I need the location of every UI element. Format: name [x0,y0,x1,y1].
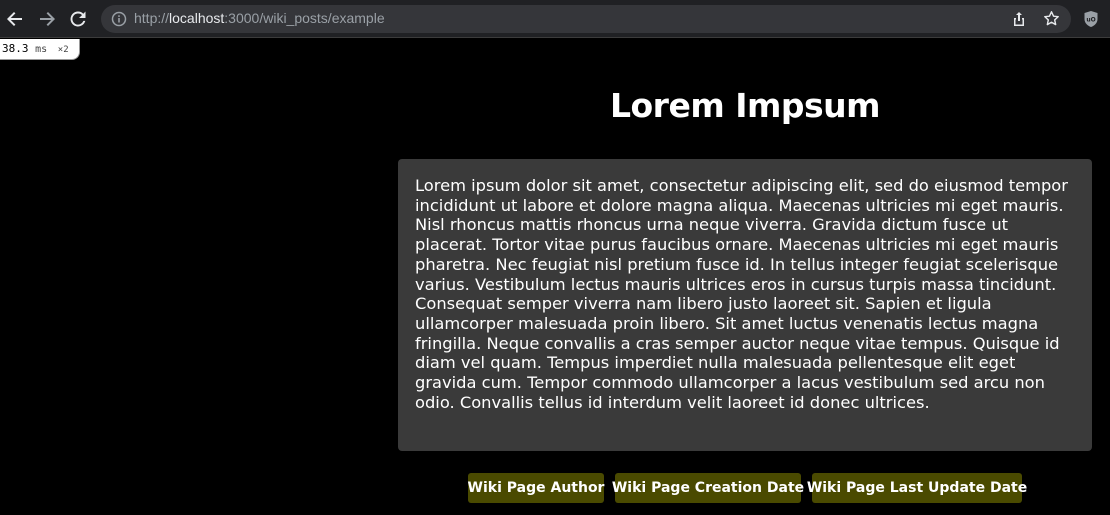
bookmark-star-icon[interactable] [1043,10,1060,27]
url-scheme: http:// [134,10,170,26]
url-text[interactable]: http://localhost:3000/wiki_posts/example [134,10,385,26]
url-host: localhost [169,10,225,26]
shield-icon[interactable]: uO [1083,10,1099,28]
wiki-page-creation-date-button[interactable]: Wiki Page Creation Date [612,473,804,503]
page-title: Lorem Impsum [609,86,881,125]
wiki-page-last-update-date-button[interactable]: Wiki Page Last Update Date [807,473,1027,503]
perf-timing-badge: 38.3 ms ×2 [0,39,80,60]
perf-unit: ms [35,44,48,55]
wiki-body-text: Lorem ipsum dolor sit amet, consectetur … [415,176,1068,412]
perf-value: 38.3 [2,42,29,55]
browser-toolbar: http://localhost:3000/wiki_posts/example… [0,0,1110,38]
svg-text:uO: uO [1086,17,1095,24]
wiki-content-card: Lorem ipsum dolor sit amet, consectetur … [398,159,1092,451]
info-icon[interactable] [111,11,127,27]
forward-icon[interactable] [37,9,57,29]
reload-icon[interactable] [68,9,88,29]
url-path: :3000/wiki_posts/example [224,10,385,26]
address-bar[interactable]: http://localhost:3000/wiki_posts/example [101,5,1071,33]
wiki-meta-buttons: Wiki Page Author Wiki Page Creation Date… [0,473,1110,503]
wiki-page-author-button[interactable]: Wiki Page Author [468,473,604,503]
back-icon[interactable] [5,9,25,29]
perf-multiplier: ×2 [57,45,69,55]
share-icon[interactable] [1011,11,1027,27]
